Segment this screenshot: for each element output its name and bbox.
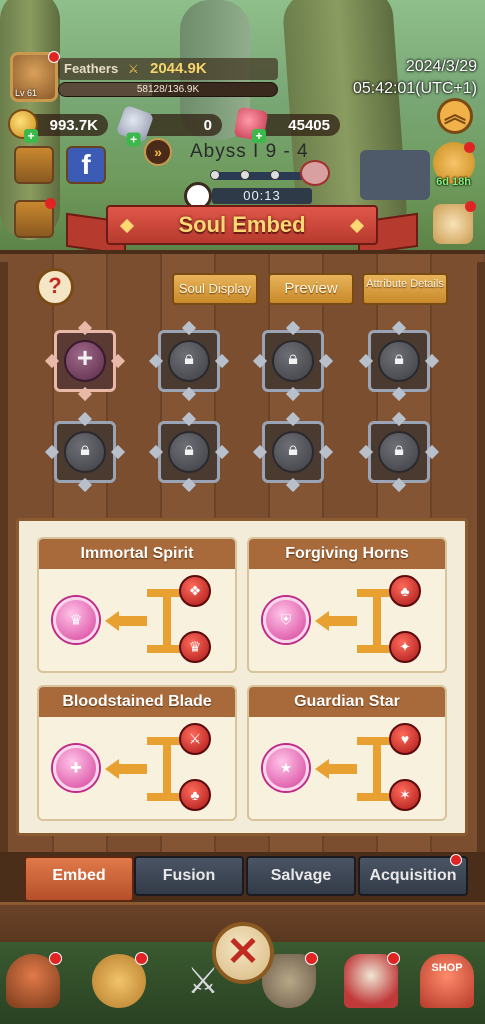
preview-button[interactable]: Preview xyxy=(268,273,354,305)
lock-icon: 🔒︎ xyxy=(394,348,404,368)
facebook-button[interactable]: f xyxy=(66,146,106,184)
tab-bar: Embed Fusion Salvage Acquisition xyxy=(0,852,485,902)
recipe-card-immortal-spirit[interactable]: Immortal Spirit ♛ ❖ ♛ xyxy=(37,537,237,673)
close-button[interactable]: ✕ xyxy=(212,922,274,984)
crossed-swords-icon: ⚔ xyxy=(128,62,139,76)
recipe-card-forgiving-horns[interactable]: Forgiving Horns ⛨ ♣ ✦ xyxy=(247,537,447,673)
star-guardian-icon[interactable]: ★ xyxy=(263,745,309,791)
recipe-title: Immortal Spirit xyxy=(39,539,235,569)
soul-slot-locked[interactable]: 🔒︎ xyxy=(358,411,440,493)
soul-slot-locked[interactable]: 🔒︎ xyxy=(358,320,440,402)
player-name-row: Feathers ⚔ 2044.9K xyxy=(58,58,278,80)
add-gem-icon[interactable]: + xyxy=(126,132,141,147)
nav-pet-paw-icon[interactable] xyxy=(92,952,148,1008)
soul-slot-locked[interactable]: 🔒︎ xyxy=(252,320,334,402)
recipe-card-guardian-star[interactable]: Guardian Star ★ ♥ ✶ xyxy=(247,685,447,821)
currency-gem[interactable]: + 0 xyxy=(115,104,222,147)
ruby-value: 45405 xyxy=(288,117,330,134)
trophy-button[interactable] xyxy=(14,146,54,184)
tab-fusion[interactable]: Fusion xyxy=(134,856,244,896)
recipe-card-bloodstained-blade[interactable]: Bloodstained Blade ✚ ⚔ ♣ xyxy=(37,685,237,821)
tab-acquisition[interactable]: Acquisition xyxy=(358,854,468,896)
heart-red-icon[interactable]: ♥ xyxy=(389,723,421,755)
lock-icon: 🔒︎ xyxy=(184,439,194,459)
shop-label: SHOP xyxy=(431,962,463,974)
gold-value: 993.7K xyxy=(49,117,98,134)
player-power: 2044.9K xyxy=(150,60,207,77)
nav-hero-mushroom-icon[interactable] xyxy=(6,952,62,1008)
xp-text: 58128/136.9K xyxy=(136,84,200,95)
lock-icon: 🔒︎ xyxy=(288,439,298,459)
soul-red-icon[interactable]: ❖ xyxy=(179,575,211,607)
star-red-icon[interactable]: ✶ xyxy=(389,779,421,811)
stage-timer: 00:13 xyxy=(184,182,324,210)
player-avatar[interactable]: Lv 61 xyxy=(10,51,60,102)
server-time: 05:42:01(UTC+1) xyxy=(352,80,477,97)
lock-icon: 🔒︎ xyxy=(80,439,90,459)
horns-shield-icon[interactable]: ⛨ xyxy=(263,597,309,643)
xp-bar: 58128/136.9K xyxy=(58,82,278,97)
tab-salvage[interactable]: Salvage xyxy=(246,856,356,896)
attribute-details-button[interactable]: Attribute Details xyxy=(362,273,448,305)
blade-mushroom-icon[interactable]: ✚ xyxy=(53,745,99,791)
mushroom-red-icon[interactable]: ♣ xyxy=(389,575,421,607)
player-name: Feathers xyxy=(64,61,119,76)
title-ribbon: Soul Embed xyxy=(66,205,418,256)
currency-gold[interactable]: + 993.7K xyxy=(8,109,108,143)
lock-icon: 🔒︎ xyxy=(184,348,194,368)
tab-acquisition-label: Acquisition xyxy=(369,867,457,884)
recipe-title: Bloodstained Blade xyxy=(39,687,235,717)
stage-timer-text: 00:13 xyxy=(212,188,312,204)
stage-progress xyxy=(210,170,304,180)
stage-label: Abyss I 9 - 4 xyxy=(190,141,309,162)
chest-notification-dot xyxy=(45,198,56,209)
gem-value: 0 xyxy=(203,117,212,134)
server-date: 2024/3/29 xyxy=(405,58,477,75)
currency-ruby[interactable]: + 45405 xyxy=(233,106,340,143)
soul-slot-locked[interactable]: 🔒︎ xyxy=(44,411,126,493)
spirit-icon[interactable]: ♛ xyxy=(53,597,99,643)
event-cat-notification-dot xyxy=(465,201,476,212)
nav-guild-skull-icon[interactable] xyxy=(344,952,400,1008)
server-datetime: 2024/3/29 05:42:01(UTC+1) xyxy=(353,56,477,100)
sword-red-icon[interactable]: ⚔ xyxy=(179,723,211,755)
mushroom-red-icon[interactable]: ♣ xyxy=(179,779,211,811)
event-notification-dot xyxy=(464,142,475,153)
soul-slot-locked[interactable]: 🔒︎ xyxy=(252,411,334,493)
house-roof xyxy=(360,150,430,200)
player-level: Lv 61 xyxy=(15,88,38,98)
recipe-title: Forgiving Horns xyxy=(249,539,445,569)
tab-embed[interactable]: Embed xyxy=(24,856,134,902)
event-cat-button[interactable] xyxy=(433,201,476,244)
fast-forward-button[interactable]: » xyxy=(144,138,172,166)
feather-red-icon[interactable]: ✦ xyxy=(389,631,421,663)
collapse-up-button[interactable]: ︽ xyxy=(437,98,473,134)
soul-display-button[interactable]: Soul Display xyxy=(172,273,258,305)
add-icon: + xyxy=(76,342,94,373)
soul-recipes-panel: Immortal Spirit ♛ ❖ ♛ Forgiving Horns ⛨ … xyxy=(16,518,468,836)
chest-button[interactable] xyxy=(14,198,56,238)
crown-red-icon[interactable]: ♛ xyxy=(179,631,211,663)
add-gold-icon[interactable]: + xyxy=(24,129,38,143)
lock-icon: 🔒︎ xyxy=(394,439,404,459)
soul-slot-locked[interactable]: 🔒︎ xyxy=(148,320,230,402)
acquisition-notification-dot xyxy=(450,854,462,866)
recipe-title: Guardian Star xyxy=(249,687,445,717)
nav-shop-icon[interactable]: SHOP xyxy=(420,954,474,1008)
soul-slot-open[interactable]: + xyxy=(44,320,126,402)
event-timer: 6d 18h xyxy=(436,176,471,188)
lock-icon: 🔒︎ xyxy=(288,348,298,368)
help-button[interactable]: ? xyxy=(36,268,74,306)
soul-slot-locked[interactable]: 🔒︎ xyxy=(148,411,230,493)
page-title: Soul Embed xyxy=(178,212,306,237)
